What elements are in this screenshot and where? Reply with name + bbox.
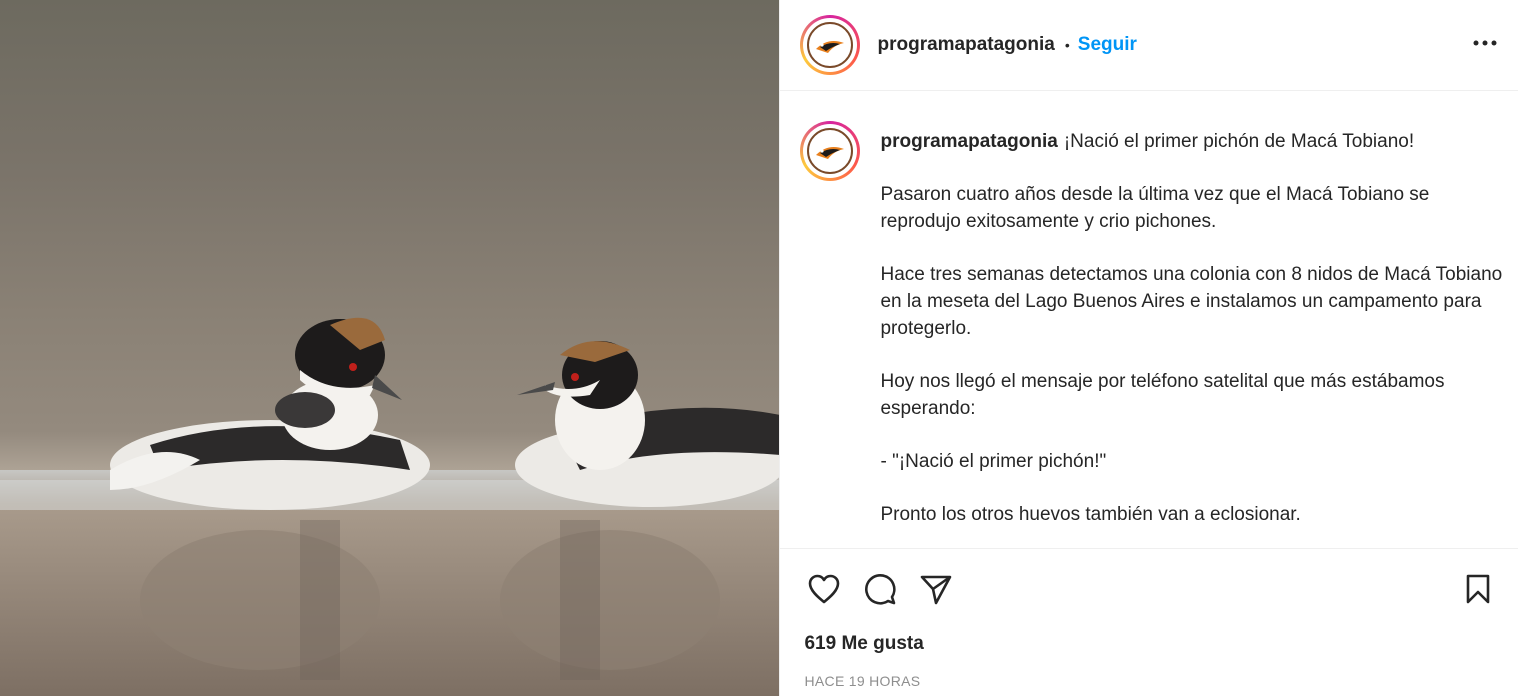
grebes-photo	[0, 317, 780, 696]
follow-button[interactable]: Seguir	[1078, 34, 1137, 56]
post: programapatagonia • Seguir programapatag…	[0, 0, 1518, 696]
caption-paragraph: - "¡Nació el primer pichón!"	[880, 451, 1107, 472]
bird-logo-icon	[807, 128, 854, 174]
caption-avatar-logo	[803, 124, 858, 178]
caption-paragraph: programapatagonia ¡Nació el primer pichón…	[880, 128, 1505, 155]
bird-logo-icon	[807, 22, 854, 68]
avatar-logo	[803, 18, 858, 72]
action-icons	[804, 569, 956, 609]
heart-icon[interactable]	[804, 569, 844, 609]
post-photo[interactable]	[0, 0, 780, 696]
likes-count[interactable]: 619 Me gusta	[804, 633, 923, 655]
caption-paragraph: Pronto los otros huevos también van a ec…	[880, 504, 1301, 525]
caption-paragraph: Pasaron cuatro años desde la última vez …	[880, 184, 1435, 232]
more-horizontal-icon[interactable]	[1472, 30, 1498, 56]
caption-line: ¡Nació el primer pichón de Macá Tobiano!	[1063, 131, 1415, 152]
caption-paragraph: Hace tres semanas detectamos una colonia…	[880, 264, 1508, 339]
caption-text: programapatagonia ¡Nació el primer pichón…	[880, 128, 1505, 548]
caption: programapatagonia ¡Nació el primer pichón…	[780, 92, 1518, 548]
caption-paragraph: Hoy nos llegó el mensaje por teléfono sa…	[880, 371, 1450, 419]
avatar[interactable]	[800, 15, 861, 75]
bookmark-icon[interactable]	[1458, 569, 1498, 609]
post-actions: 619 Me gusta HACE 19 HORAS	[780, 548, 1518, 697]
comment-icon[interactable]	[860, 569, 900, 609]
caption-username[interactable]: programapatagonia	[880, 131, 1057, 152]
post-sidebar: programapatagonia • Seguir programapatag…	[779, 0, 1518, 696]
post-timestamp[interactable]: HACE 19 HORAS	[804, 673, 920, 689]
send-icon[interactable]	[916, 569, 956, 609]
post-header: programapatagonia • Seguir	[780, 0, 1518, 91]
header-username[interactable]: programapatagonia	[877, 34, 1054, 56]
caption-avatar[interactable]	[800, 121, 861, 181]
separator-dot: •	[1064, 37, 1070, 53]
